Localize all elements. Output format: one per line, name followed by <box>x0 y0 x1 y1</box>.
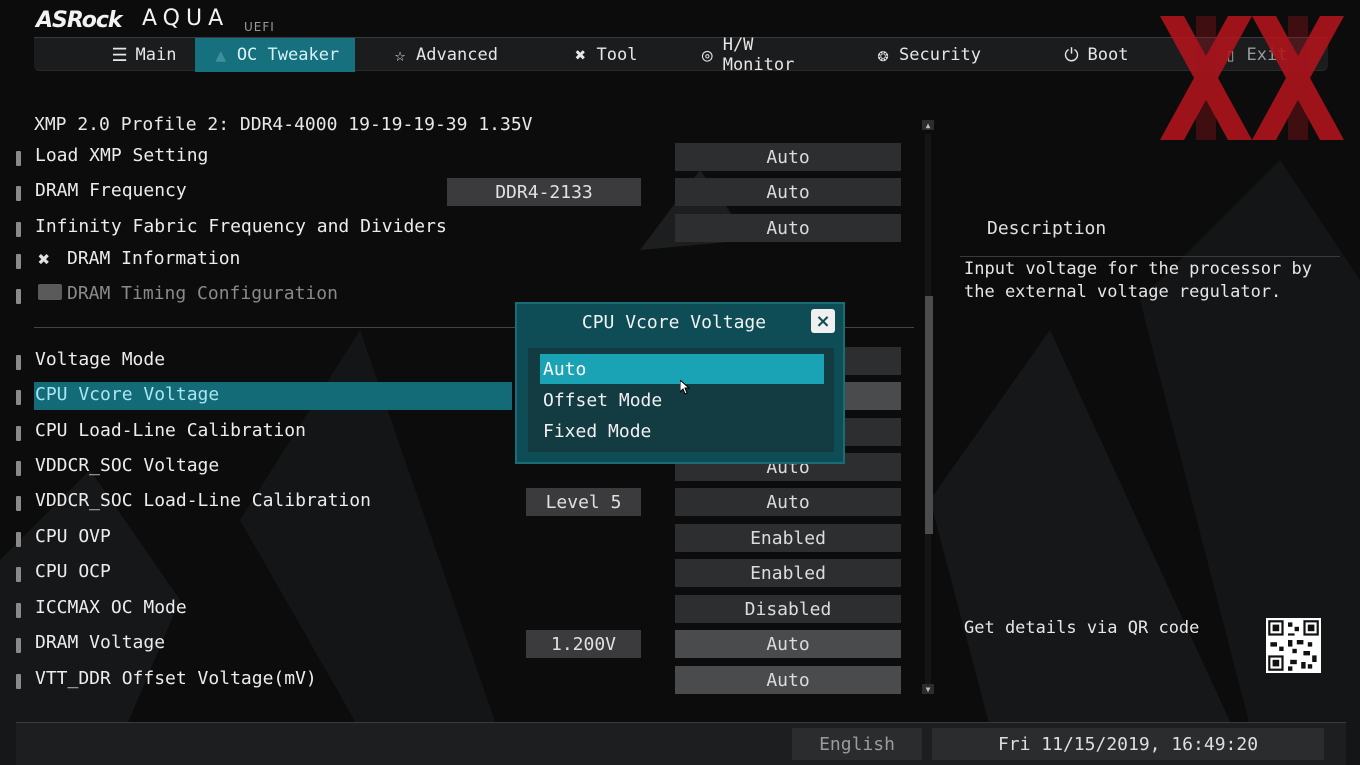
setting-value-button[interactable]: Auto <box>675 666 901 694</box>
scroll-thumb[interactable] <box>925 296 933 534</box>
tab-main[interactable]: ☰ Main <box>78 38 208 72</box>
tools-icon: ✖ <box>38 247 51 271</box>
row-handle <box>16 254 21 269</box>
xx-watermark-logo <box>1160 16 1344 140</box>
tab-security[interactable]: ❂ Security <box>872 38 982 72</box>
row-handle <box>16 603 21 618</box>
setting-value-button[interactable]: Enabled <box>675 524 901 552</box>
description-text: Input voltage for the processor by the e… <box>964 259 1312 302</box>
row-handle <box>16 355 21 370</box>
date-time-display: Fri 11/15/2019, 16:49:20 <box>932 728 1324 760</box>
setting-label: Voltage Mode <box>35 349 166 370</box>
brand-product: AQUA <box>142 6 230 31</box>
setting-label: DRAM Frequency <box>35 180 187 201</box>
power-icon: ⏻ <box>1064 44 1079 66</box>
tab-boot[interactable]: ⏻ Boot <box>1050 38 1140 72</box>
row-handle <box>16 222 21 237</box>
setting-label: ICCMAX OC Mode <box>35 597 187 618</box>
monitor-icon: ◎ <box>701 44 713 66</box>
row-handle <box>16 461 21 476</box>
close-icon[interactable]: × <box>811 309 835 333</box>
setting-dram-voltage[interactable]: DRAM Voltage 1.200V Auto <box>14 630 904 660</box>
row-handle <box>16 426 21 441</box>
setting-label: CPU Vcore Voltage <box>35 384 220 405</box>
setting-label: DRAM Voltage <box>35 632 166 653</box>
setting-label: CPU Load-Line Calibration <box>35 420 306 441</box>
scroll-up-arrow-icon[interactable]: ▲ <box>922 120 934 130</box>
qr-code-hint: Get details via QR code <box>964 618 1200 638</box>
setting-value-button[interactable]: Disabled <box>675 595 901 623</box>
folder-icon <box>38 284 62 300</box>
row-handle <box>16 496 21 511</box>
brand-logo: ASRock <box>36 8 123 33</box>
setting-label: VTT_DDR Offset Voltage(mV) <box>35 668 317 689</box>
star-icon: ☆ <box>394 44 406 66</box>
shield-icon: ❂ <box>877 44 889 66</box>
current-value: 1.200V <box>526 630 641 658</box>
language-button[interactable]: English <box>792 728 922 760</box>
setting-value-button[interactable]: Auto <box>675 143 901 171</box>
setting-label: VDDCR_SOC Voltage <box>35 455 220 476</box>
row-handle <box>16 151 21 166</box>
brand-sub: UEFI <box>244 20 275 34</box>
tab-hw-monitor[interactable]: ◎ H/W Monitor <box>698 35 828 75</box>
row-handle <box>16 186 21 201</box>
rocket-icon: ▲ <box>215 44 227 66</box>
description-title: Description <box>987 218 1107 239</box>
setting-cpu-ovp[interactable]: CPU OVP Enabled <box>14 524 904 554</box>
submenu-dram-information[interactable]: ✖ DRAM Information <box>14 246 904 276</box>
setting-infinity-fabric[interactable]: Infinity Fabric Frequency and Dividers A… <box>14 214 904 244</box>
setting-label: CPU OVP <box>35 526 111 547</box>
tab-oc-tweaker[interactable]: ▲ OC Tweaker <box>195 38 355 72</box>
setting-vddcr-soc-llc[interactable]: VDDCR_SOC Load-Line Calibration Level 5 … <box>14 488 904 518</box>
setting-cpu-ocp[interactable]: CPU OCP Enabled <box>14 559 904 589</box>
current-value: Level 5 <box>526 488 641 516</box>
setting-load-xmp[interactable]: Load XMP Setting Auto <box>14 143 904 173</box>
setting-value-button[interactable]: Auto <box>675 630 901 658</box>
scroll-down-arrow-icon[interactable]: ▼ <box>922 684 934 694</box>
setting-value-button[interactable]: Auto <box>675 488 901 516</box>
tab-tool[interactable]: ✖ Tool <box>554 38 654 72</box>
setting-label: Infinity Fabric Frequency and Dividers <box>35 216 447 237</box>
setting-label: DRAM Timing Configuration <box>67 283 338 304</box>
row-handle <box>16 638 21 653</box>
dialog-title: CPU Vcore Voltage <box>581 312 767 333</box>
setting-label: DRAM Information <box>67 248 241 269</box>
setting-dram-frequency[interactable]: DRAM Frequency DDR4-2133 Auto <box>14 178 904 208</box>
tools-icon: ✖ <box>575 44 586 66</box>
tab-advanced[interactable]: ☆ Advanced <box>374 38 514 72</box>
row-handle <box>16 289 21 304</box>
setting-label: Load XMP Setting <box>35 145 209 166</box>
setting-value-button[interactable]: Auto <box>675 214 901 242</box>
option-fixed-mode[interactable]: Fixed Mode <box>540 416 824 446</box>
setting-label: VDDCR_SOC Load-Line Calibration <box>35 490 371 511</box>
tab-bar: ☰ Main ▲ OC Tweaker ☆ Advanced ✖ Tool ◎ H/W M… <box>34 35 1328 75</box>
row-handle <box>16 567 21 582</box>
setting-value-button[interactable]: Auto <box>675 178 901 206</box>
mouse-cursor-icon <box>680 380 690 395</box>
scrollbar[interactable]: ▲ ▼ <box>922 120 934 698</box>
setting-value-button[interactable]: Enabled <box>675 559 901 587</box>
description-divider <box>960 256 1340 257</box>
row-handle <box>16 674 21 689</box>
xmp-profile-text: XMP 2.0 Profile 2: DDR4-4000 19-19-19-39… <box>34 114 533 135</box>
list-icon: ☰ <box>111 44 128 66</box>
setting-label: CPU OCP <box>35 561 111 582</box>
row-handle <box>16 532 21 547</box>
setting-vtt-ddr-offset[interactable]: VTT_DDR Offset Voltage(mV) Auto <box>14 666 904 696</box>
current-value: DDR4-2133 <box>447 178 641 206</box>
qr-code-icon <box>1266 618 1321 673</box>
option-list: Auto Offset Mode Fixed Mode <box>528 348 834 452</box>
row-handle <box>16 390 21 405</box>
setting-iccmax-oc-mode[interactable]: ICCMAX OC Mode Disabled <box>14 595 904 625</box>
